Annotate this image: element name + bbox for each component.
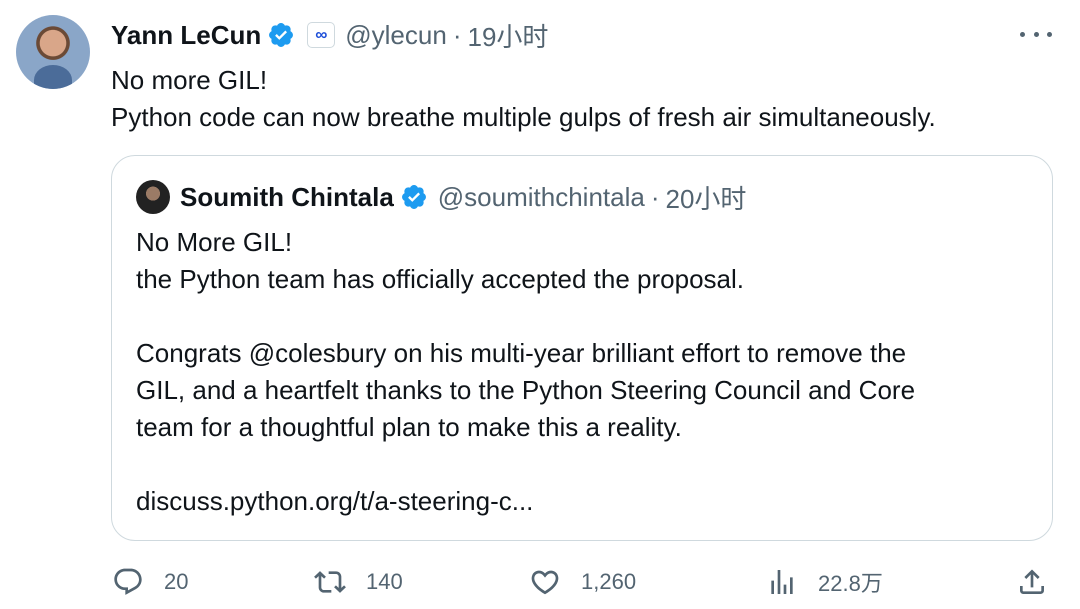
- reply-count: 20: [164, 569, 189, 594]
- quote-line: GIL, and a heartfelt thanks to the Pytho…: [136, 375, 916, 405]
- views-icon: [771, 570, 793, 594]
- author-handle[interactable]: @ylecun: [345, 20, 447, 51]
- share-icon: [1020, 569, 1044, 594]
- tweet-text: No more GIL! Python code can now breathe…: [111, 62, 1061, 136]
- tweet-line: No more GIL!: [111, 65, 268, 95]
- tweet-line: Python code can now breathe multiple gul…: [111, 102, 936, 132]
- quote-text: No More GIL! the Python team has officia…: [136, 224, 1036, 520]
- tweet-header: Yann LeCun ∞ @ylecun · 19小时: [111, 16, 548, 54]
- retweet-icon: [314, 571, 346, 593]
- share-button[interactable]: [1016, 560, 1048, 604]
- meta-affiliate-icon[interactable]: ∞: [307, 22, 336, 48]
- quote-author-display-name: Soumith Chintala: [180, 181, 394, 212]
- views-count: 22.8万: [818, 571, 883, 596]
- tweet-time[interactable]: 19小时: [467, 17, 548, 54]
- reply-button[interactable]: 20: [112, 560, 188, 604]
- separator: ·: [452, 19, 462, 50]
- verified-icon: [401, 185, 426, 209]
- heart-icon: [531, 570, 559, 595]
- quote-author-handle: @soumithchintala: [437, 181, 645, 212]
- quote-link[interactable]: discuss.python.org/t/a-steering-c...: [136, 483, 1036, 520]
- views-button[interactable]: 22.8万: [766, 560, 883, 604]
- retweet-count: 140: [366, 569, 403, 594]
- quote-time: 20小时: [665, 183, 747, 214]
- author-avatar[interactable]: [16, 15, 90, 89]
- quote-line: the Python team has officially accepted …: [136, 264, 745, 294]
- quote-line: No More GIL!: [136, 227, 293, 257]
- retweet-button[interactable]: 140: [314, 560, 403, 604]
- quote-header: Soumith Chintala @soumithchintala · 20小时: [180, 178, 746, 216]
- separator: ·: [650, 181, 660, 212]
- more-icon[interactable]: [1020, 22, 1052, 46]
- verified-icon: [269, 23, 294, 47]
- like-button[interactable]: 1,260: [529, 560, 636, 604]
- quote-line: Congrats @colesbury on his multi-year br…: [136, 338, 907, 368]
- like-count: 1,260: [581, 569, 637, 594]
- author-display-name[interactable]: Yann LeCun: [111, 20, 261, 51]
- quoted-tweet[interactable]: Soumith Chintala @soumithchintala · 20小时…: [111, 155, 1053, 541]
- quote-line: [136, 446, 1036, 483]
- quote-author-avatar: [136, 180, 170, 214]
- reply-icon: [114, 568, 142, 595]
- action-bar: 20 140 1,260 22.8万: [0, 560, 1080, 604]
- quote-line: [136, 298, 1036, 335]
- quote-line: team for a thoughtful plan to make this …: [136, 412, 682, 442]
